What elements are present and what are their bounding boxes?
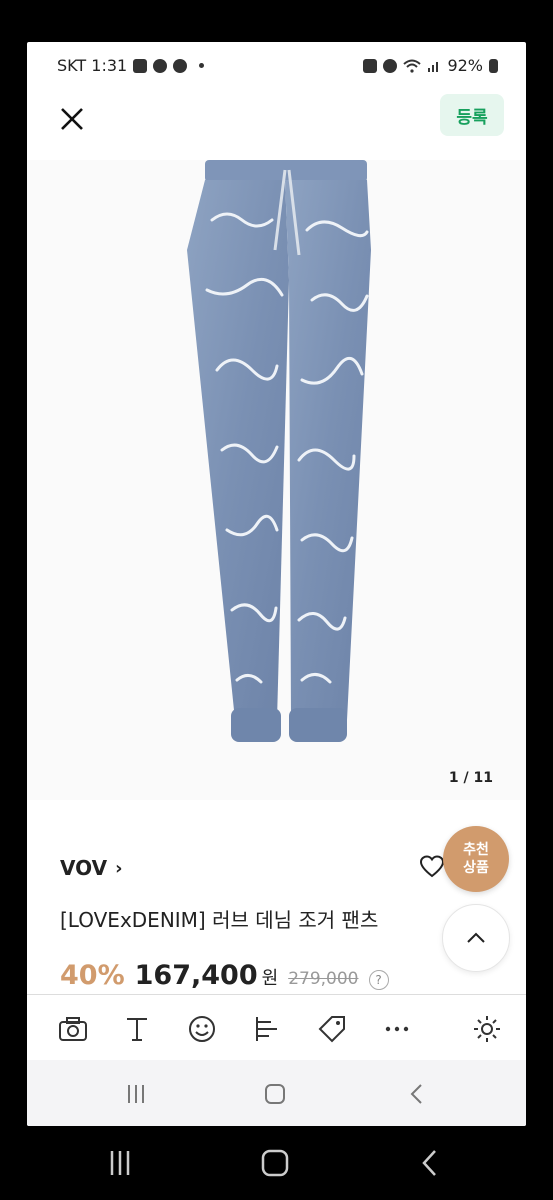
status-bar: SKT 1:31 92%	[27, 42, 526, 92]
product-image[interactable]	[27, 160, 526, 800]
product-title: [LOVExDENIM] 러브 데님 조거 팬츠	[60, 908, 379, 932]
gallery-icon	[133, 58, 148, 73]
outer-back-icon[interactable]	[420, 1148, 440, 1178]
chevron-up-icon	[467, 932, 485, 943]
currency-label: 원	[261, 968, 279, 989]
brand-name: VOV	[60, 856, 108, 880]
text-icon[interactable]	[121, 1013, 153, 1045]
editor-toolbar	[27, 994, 526, 1061]
sale-price: 167,400	[134, 960, 258, 991]
discount-rate: 40%	[60, 960, 125, 991]
tag-icon[interactable]	[316, 1013, 348, 1045]
close-icon	[61, 108, 83, 130]
battery-level: 92%	[447, 56, 483, 75]
register-button[interactable]: 등록	[440, 94, 504, 136]
align-icon[interactable]	[251, 1013, 283, 1045]
system-nav-bar	[27, 1060, 526, 1126]
close-button[interactable]	[55, 102, 89, 136]
camera-icon[interactable]	[57, 1013, 89, 1045]
brand-link[interactable]: VOV ›	[60, 856, 123, 880]
scroll-top-button[interactable]	[442, 904, 510, 972]
home-icon[interactable]	[263, 1082, 287, 1106]
recommended-label-line2: 상품	[463, 860, 489, 876]
outer-home-icon[interactable]	[261, 1148, 289, 1178]
signal-icon	[428, 61, 439, 72]
battery-icon	[489, 58, 498, 73]
emoji-icon[interactable]	[186, 1013, 218, 1045]
outer-recent-apps-icon[interactable]	[108, 1148, 132, 1178]
lock-icon	[363, 58, 378, 73]
price-row: 40% 167,400 원 279,000 ?	[60, 960, 389, 991]
help-icon[interactable]: ?	[368, 970, 389, 990]
recent-apps-icon[interactable]	[124, 1082, 148, 1106]
notification-dot-icon	[199, 63, 205, 68]
wifi-icon	[403, 59, 422, 73]
alarm-icon	[383, 58, 398, 73]
recommended-label-line1: 추천	[463, 842, 489, 858]
chrome-icon	[173, 58, 188, 73]
back-icon[interactable]	[405, 1082, 429, 1106]
jogger-pants-illustration	[187, 160, 371, 742]
original-price: 279,000	[288, 969, 359, 989]
carrier-time: SKT 1:31	[57, 56, 128, 75]
more-icon[interactable]	[381, 1013, 413, 1045]
image-counter: 1 / 11	[448, 770, 493, 786]
chevron-right-icon: ›	[115, 857, 123, 879]
app-icon	[153, 58, 168, 73]
heart-icon[interactable]	[419, 854, 445, 880]
phone-screen: SKT 1:31 92% 등록 1 / 11 VOV › 추천 상품 [LOVE…	[27, 42, 526, 1126]
recommended-products-button[interactable]: 추천 상품	[443, 826, 509, 892]
settings-icon[interactable]	[471, 1013, 503, 1045]
top-bar: 등록	[27, 92, 526, 158]
